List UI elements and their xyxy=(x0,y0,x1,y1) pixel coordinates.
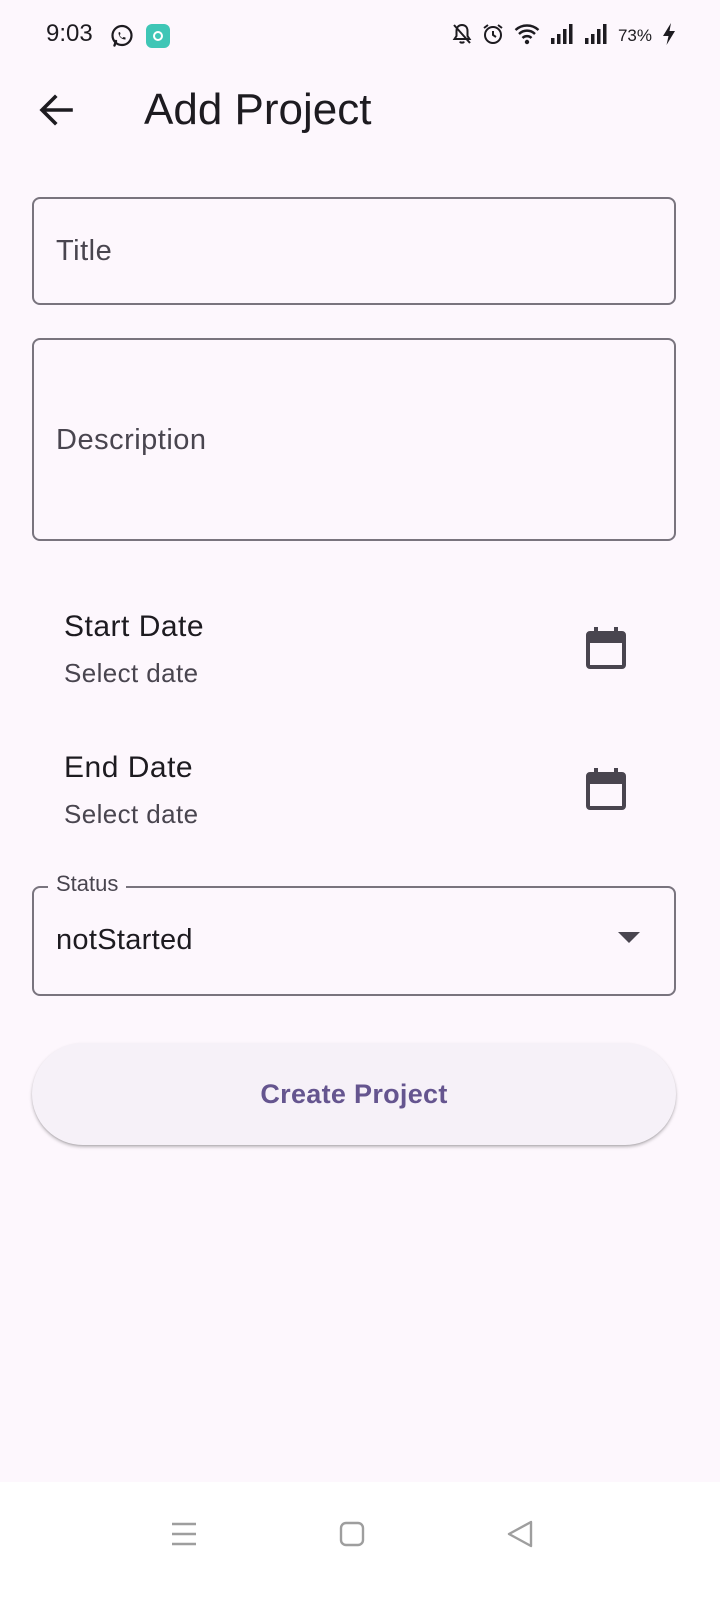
nav-menu-button[interactable] xyxy=(154,1504,214,1564)
dropdown-arrow-icon[interactable] xyxy=(618,932,640,943)
back-button[interactable] xyxy=(28,82,84,138)
status-dropdown[interactable]: Status notStarted xyxy=(32,871,676,996)
end-date-label: End Date xyxy=(64,751,194,784)
status-label: Status xyxy=(48,871,127,897)
bell-off-icon xyxy=(452,23,472,50)
title-input[interactable] xyxy=(32,197,676,305)
status-value: notStarted xyxy=(56,924,193,956)
status-time: 9:03 xyxy=(46,20,93,47)
end-date-value: Select date xyxy=(64,799,199,829)
nav-back-button[interactable] xyxy=(490,1504,550,1564)
start-date-value: Select date xyxy=(64,658,199,688)
create-project-button[interactable]: Create Project xyxy=(32,1043,676,1145)
charging-icon xyxy=(662,22,676,51)
calendar-icon[interactable] xyxy=(582,624,630,672)
signal-icon xyxy=(550,23,574,50)
calendar-icon[interactable] xyxy=(582,765,630,813)
home-icon xyxy=(339,1521,365,1547)
start-date-picker[interactable]: Start Date Select date xyxy=(32,598,676,710)
description-input[interactable] xyxy=(32,338,676,541)
add-project-screen: 9:03 73% Add Project Title Description S… xyxy=(0,0,720,1600)
page-title: Add Project xyxy=(144,85,372,134)
system-nav-bar xyxy=(0,1482,720,1600)
start-date-label: Start Date xyxy=(64,610,205,643)
nav-home-button[interactable] xyxy=(322,1504,382,1564)
app-notification-icon xyxy=(146,24,170,48)
back-icon xyxy=(507,1520,533,1548)
status-bar: 9:03 73% xyxy=(0,0,720,72)
alarm-icon xyxy=(482,23,504,50)
whatsapp-icon xyxy=(110,24,134,53)
arrow-back-icon xyxy=(39,94,73,126)
wifi-icon xyxy=(514,23,540,50)
signal-icon xyxy=(584,23,608,50)
end-date-picker[interactable]: End Date Select date xyxy=(32,739,676,851)
battery-percentage: 73% xyxy=(617,26,652,45)
status-icons: 73% xyxy=(452,22,676,50)
menu-icon xyxy=(172,1522,196,1546)
